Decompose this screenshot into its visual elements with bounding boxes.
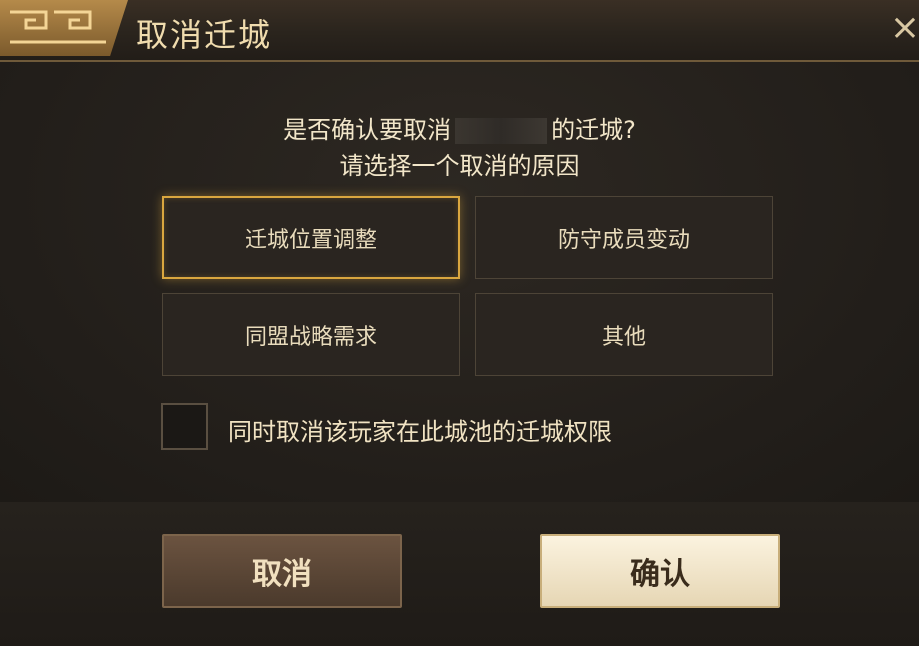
reason-option-defense-change[interactable]: 防守成员变动 <box>475 196 773 279</box>
reason-option-label: 防守成员变动 <box>557 227 690 253</box>
close-icon[interactable]: × <box>887 8 919 48</box>
revoke-permission-label[interactable]: 同时取消该玩家在此城池的迁城权限 <box>228 412 612 447</box>
ornament-icon <box>0 0 128 56</box>
confirm-question: 是否确认要取消 的迁城? <box>0 110 919 145</box>
reason-option-alliance-strategy[interactable]: 同盟战略需求 <box>162 293 460 376</box>
question-prefix: 是否确认要取消 <box>283 116 452 144</box>
redacted-player-name <box>455 118 548 144</box>
question-suffix: 的迁城? <box>551 116 636 144</box>
dialog-header: 取消迁城 × <box>0 0 919 62</box>
revoke-permission-checkbox[interactable] <box>161 403 208 450</box>
reason-prompt: 请选择一个取消的原因 <box>339 152 580 180</box>
reason-option-label: 同盟战略需求 <box>244 324 377 350</box>
dialog-footer: 取消 确认 <box>0 502 919 646</box>
confirm-button[interactable]: 确认 <box>540 534 780 608</box>
reason-option-other[interactable]: 其他 <box>475 293 773 376</box>
cancel-button[interactable]: 取消 <box>162 534 402 608</box>
dialog-body: 是否确认要取消 的迁城? 请选择一个取消的原因 迁城位置调整 防守成员变动 同盟战… <box>0 62 919 502</box>
reason-option-label: 其他 <box>601 324 646 350</box>
cancel-relocation-dialog: 取消迁城 × 是否确认要取消 的迁城? 请选择一个取消的原因 迁城位置调整 防守成… <box>0 0 919 646</box>
reason-option-location-adjust[interactable]: 迁城位置调整 <box>162 196 460 279</box>
reason-option-label: 迁城位置调整 <box>244 227 377 253</box>
dialog-title: 取消迁城 <box>136 16 273 54</box>
